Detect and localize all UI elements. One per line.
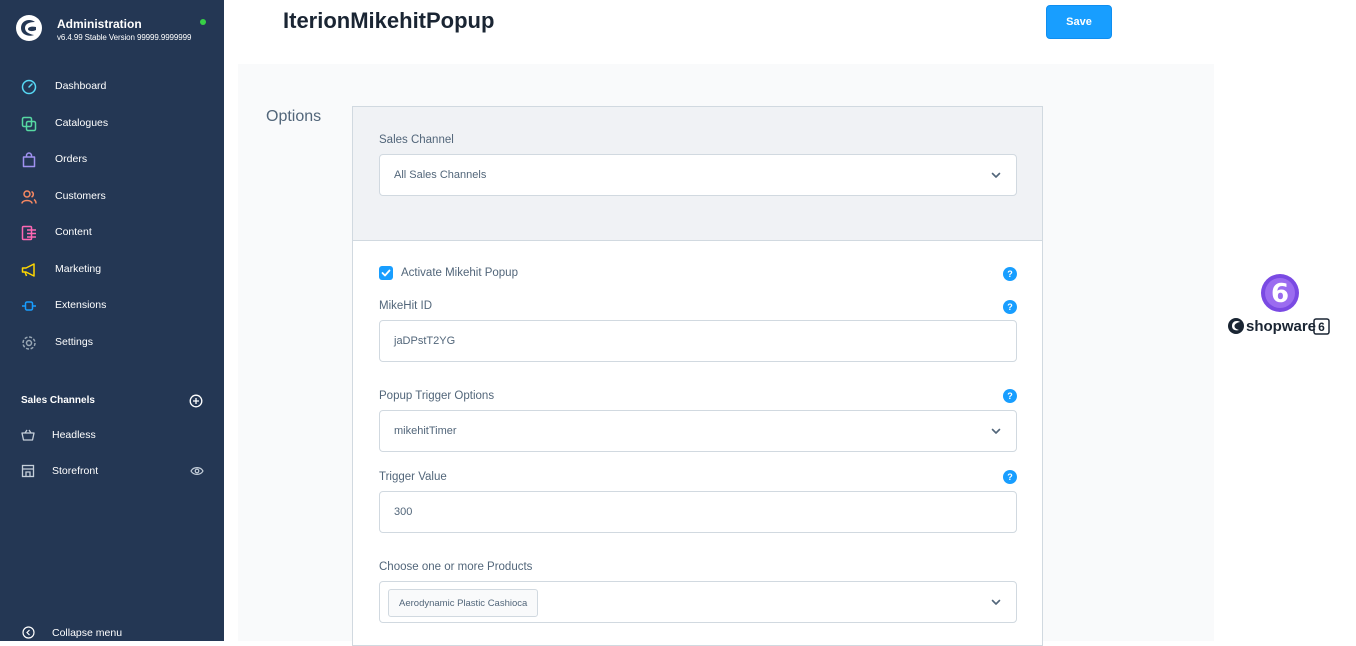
sales-channels-header: Sales Channels bbox=[21, 395, 95, 406]
help-icon[interactable]: ? bbox=[1003, 267, 1017, 281]
options-section-title: Options bbox=[266, 108, 322, 125]
bag-icon bbox=[22, 152, 36, 168]
sidebar-item-label: Orders bbox=[55, 153, 88, 165]
checkmark-icon bbox=[381, 269, 391, 277]
selected-product-tag[interactable]: Aerodynamic Plastic Cashioca bbox=[388, 589, 539, 617]
help-icon[interactable]: ? bbox=[1003, 300, 1017, 314]
users-icon bbox=[21, 190, 37, 204]
mikehit-id-value: jaDPstT2YG bbox=[394, 335, 456, 347]
sales-channel-label: Sales Channel bbox=[379, 134, 454, 146]
catalogue-icon bbox=[21, 116, 37, 132]
sidebar-item-label: Dashboard bbox=[55, 80, 107, 92]
mikehit-id-label: MikeHit ID bbox=[379, 300, 433, 312]
sales-channel-panel: Sales Channel All Sales Channels bbox=[353, 107, 1042, 241]
shopware-wordmark: shopware 6 bbox=[1228, 318, 1330, 335]
products-multiselect[interactable]: Aerodynamic Plastic Cashioca bbox=[379, 581, 1017, 623]
mikehit-id-input[interactable]: jaDPstT2YG bbox=[379, 320, 1017, 362]
sidebar-item-marketing[interactable]: Marketing bbox=[0, 255, 224, 285]
activate-checkbox[interactable] bbox=[379, 266, 393, 280]
megaphone-icon bbox=[21, 263, 35, 277]
sales-channel-label: Storefront bbox=[52, 465, 99, 477]
sidebar-item-orders[interactable]: Orders bbox=[0, 145, 224, 175]
eye-icon[interactable] bbox=[190, 465, 204, 477]
help-icon[interactable]: ? bbox=[1003, 389, 1017, 403]
trigger-options-label: Popup Trigger Options bbox=[379, 390, 495, 402]
sidebar-item-content[interactable]: Content bbox=[0, 218, 224, 248]
brand-header: Administration v6.4.99 Stable Version 99… bbox=[0, 0, 224, 58]
sales-channel-select[interactable]: All Sales Channels bbox=[379, 154, 1017, 196]
sidebar-item-label: Settings bbox=[55, 336, 93, 348]
trigger-options-value: mikehitTimer bbox=[394, 425, 457, 437]
collapse-menu-button[interactable]: Collapse menu bbox=[0, 620, 224, 641]
badge-number: 6 bbox=[1271, 279, 1289, 309]
sidebar-item-dashboard[interactable]: Dashboard bbox=[0, 72, 224, 102]
sidebar-item-settings[interactable]: Settings bbox=[0, 328, 224, 358]
sidebar-item-label: Customers bbox=[55, 190, 106, 202]
shopware-6-emblem-icon: 6 bbox=[1261, 274, 1299, 312]
admin-sidebar: Administration v6.4.99 Stable Version 99… bbox=[0, 0, 224, 641]
add-sales-channel-icon[interactable] bbox=[189, 394, 203, 408]
sidebar-item-catalogues[interactable]: Catalogues bbox=[0, 109, 224, 139]
activate-label: Activate Mikehit Popup bbox=[401, 267, 518, 279]
sidebar-item-customers[interactable]: Customers bbox=[0, 182, 224, 212]
app-title: Administration bbox=[57, 17, 142, 31]
trigger-value-input[interactable]: 300 bbox=[379, 491, 1017, 533]
products-label: Choose one or more Products bbox=[379, 561, 533, 573]
gear-icon bbox=[22, 336, 36, 350]
storefront-icon bbox=[21, 464, 35, 478]
app-version: v6.4.99 Stable Version 99999.9999999 bbox=[57, 33, 192, 42]
collapse-menu-label: Collapse menu bbox=[52, 627, 123, 639]
help-icon[interactable]: ? bbox=[1003, 470, 1017, 484]
sidebar-item-label: Catalogues bbox=[55, 117, 109, 129]
sales-channel-label: Headless bbox=[52, 429, 96, 441]
sales-channel-storefront[interactable]: Storefront bbox=[0, 456, 224, 486]
content-icon bbox=[21, 225, 36, 241]
shopware-6-badge: 6 shopware 6 bbox=[1226, 270, 1334, 338]
trigger-value-value: 300 bbox=[394, 506, 413, 518]
chevron-down-icon bbox=[991, 428, 1001, 434]
options-card: Sales Channel All Sales Channels Activat… bbox=[352, 106, 1043, 646]
sidebar-item-label: Marketing bbox=[55, 263, 102, 275]
collapse-icon bbox=[22, 626, 35, 639]
chevron-down-icon bbox=[991, 599, 1001, 605]
trigger-options-select[interactable]: mikehitTimer bbox=[379, 410, 1017, 452]
trigger-value-label: Trigger Value bbox=[379, 471, 447, 483]
plug-icon bbox=[22, 301, 36, 311]
status-indicator bbox=[200, 19, 206, 25]
save-button[interactable]: Save bbox=[1046, 5, 1112, 39]
sales-channel-value: All Sales Channels bbox=[394, 169, 487, 181]
sidebar-item-label: Extensions bbox=[55, 299, 107, 311]
sidebar-item-label: Content bbox=[55, 226, 92, 238]
chevron-down-icon bbox=[991, 172, 1001, 178]
shopware-logo-icon[interactable] bbox=[15, 14, 43, 42]
sidebar-item-extensions[interactable]: Extensions bbox=[0, 291, 224, 321]
page-title: IterionMikehitPopup bbox=[283, 8, 495, 33]
dashboard-icon bbox=[21, 79, 37, 95]
brand-name: shopware bbox=[1246, 318, 1316, 335]
basket-icon bbox=[21, 429, 35, 441]
sales-channel-headless[interactable]: Headless bbox=[0, 420, 224, 450]
brand-number: 6 bbox=[1318, 320, 1325, 334]
